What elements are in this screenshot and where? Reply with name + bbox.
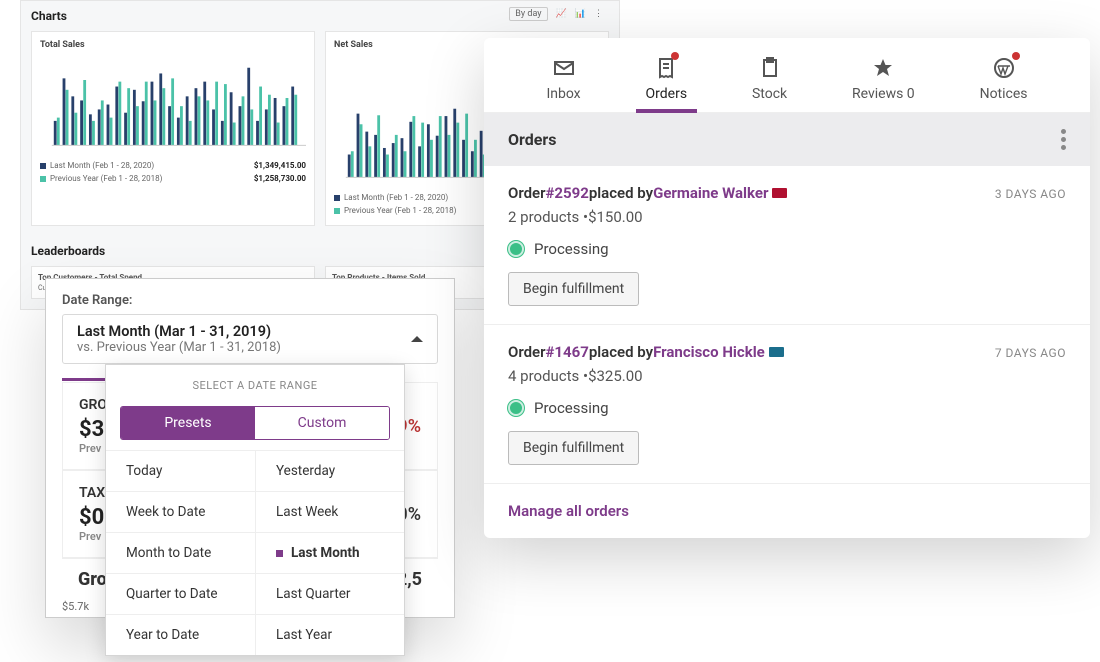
clipboard-icon <box>758 56 782 80</box>
preset-month-to-date[interactable]: Month to Date <box>106 532 255 573</box>
preset-last-week[interactable]: Last Week <box>255 491 404 532</box>
begin-fulfillment-button[interactable]: Begin fulfillment <box>508 431 639 465</box>
preset-last-quarter[interactable]: Last Quarter <box>255 573 404 614</box>
preset-last-month[interactable]: Last Month <box>255 532 404 573</box>
custom-tab[interactable]: Custom <box>255 407 389 439</box>
legend-label: Previous Year (Feb 1 - 28, 2018) <box>50 174 162 183</box>
order-id-link[interactable]: #2592 <box>546 184 589 202</box>
begin-fulfillment-button[interactable]: Begin fulfillment <box>508 272 639 306</box>
country-flag-icon <box>769 347 784 357</box>
tab-label: Inbox <box>546 86 580 102</box>
preset-year-to-date[interactable]: Year to Date <box>106 614 255 655</box>
total-sales-bars <box>40 54 306 159</box>
status-dot-icon <box>508 241 524 257</box>
legend-dot-teal <box>40 176 46 182</box>
date-range-compare: vs. Previous Year (Mar 1 - 31, 2018) <box>77 340 411 355</box>
order-id-link[interactable]: #1467 <box>546 343 589 361</box>
orders-header: Orders <box>508 130 556 149</box>
tab-label: Orders <box>646 86 688 102</box>
order-summary: 2 products •$150.00 <box>508 208 1066 226</box>
order-status: Processing <box>534 240 609 258</box>
status-dot-icon <box>508 400 524 416</box>
order-status: Processing <box>534 399 609 417</box>
by-day-selector[interactable]: By day <box>509 7 547 21</box>
inbox-tab[interactable]: Inbox <box>546 56 580 102</box>
tab-label: Reviews 0 <box>852 86 915 102</box>
preset-yesterday[interactable]: Yesterday <box>255 450 404 491</box>
placed-by-text: placed by <box>589 184 653 202</box>
reviews-tab[interactable]: Reviews 0 <box>852 56 915 102</box>
legend-value: $1,258,730.00 <box>254 174 306 183</box>
customer-link[interactable]: Germaine Walker <box>653 184 768 202</box>
preset-last-year[interactable]: Last Year <box>255 614 404 655</box>
manage-all-orders-link[interactable]: Manage all orders <box>484 484 1090 538</box>
date-range-select[interactable]: Last Month (Mar 1 - 31, 2019) vs. Previo… <box>62 314 438 364</box>
date-range-popover: SELECT A DATE RANGE Presets Custom Today… <box>105 364 405 656</box>
caret-up-icon <box>411 330 423 342</box>
preset-today[interactable]: Today <box>106 450 255 491</box>
mail-icon <box>552 56 576 80</box>
legend-dot-navy <box>40 163 46 169</box>
legend-value: $1,349,415.00 <box>254 161 306 170</box>
preset-week-to-date[interactable]: Week to Date <box>106 491 255 532</box>
chart-title: Total Sales <box>40 40 306 50</box>
bar-chart-icon[interactable]: 📊 <box>575 9 586 19</box>
popover-tabs: Presets Custom <box>120 406 390 440</box>
placed-by-text: placed by <box>589 343 653 361</box>
star-icon <box>871 56 895 80</box>
date-range-selected: Last Month (Mar 1 - 31, 2019) <box>77 323 411 340</box>
legend-label: Last Month (Feb 1 - 28, 2020) <box>344 193 448 202</box>
preset-quarter-to-date[interactable]: Quarter to Date <box>106 573 255 614</box>
customer-link[interactable]: Francisco Hickle <box>653 343 765 361</box>
notices-tab[interactable]: Notices <box>980 56 1028 102</box>
tab-label: Notices <box>980 86 1028 102</box>
popover-title: SELECT A DATE RANGE <box>106 365 404 406</box>
order-item: Order #2592 placed by Germaine Walker 3 … <box>484 166 1090 325</box>
order-prefix: Order <box>508 184 546 202</box>
order-summary: 4 products •$325.00 <box>508 367 1066 385</box>
country-flag-icon <box>772 188 787 198</box>
order-prefix: Order <box>508 343 546 361</box>
orders-tab[interactable]: Orders <box>646 56 688 102</box>
kebab-icon[interactable] <box>1061 129 1066 150</box>
orders-panel: Inbox Orders Stock Reviews 0 Notices Ord… <box>484 38 1090 538</box>
notification-badge <box>671 52 679 60</box>
date-range-label: Date Range: <box>46 279 454 314</box>
more-icon[interactable]: ⋮ <box>594 9 603 19</box>
order-item: Order #1467 placed by Francisco Hickle 7… <box>484 325 1090 484</box>
order-age: 7 DAYS AGO <box>995 346 1066 360</box>
legend-label: Last Month (Feb 1 - 28, 2020) <box>50 161 154 170</box>
stock-tab[interactable]: Stock <box>752 56 787 102</box>
notification-badge <box>1012 52 1020 60</box>
wordpress-icon <box>992 56 1016 80</box>
presets-tab[interactable]: Presets <box>121 407 255 439</box>
total-sales-chart: Total Sales Last Month (Feb 1 - 28, 2020… <box>31 31 315 226</box>
legend-label: Previous Year (Feb 1 - 28, 2018) <box>344 206 456 215</box>
order-age: 3 DAYS AGO <box>995 187 1066 201</box>
line-chart-icon[interactable]: 📈 <box>556 9 567 19</box>
tab-label: Stock <box>752 86 787 102</box>
